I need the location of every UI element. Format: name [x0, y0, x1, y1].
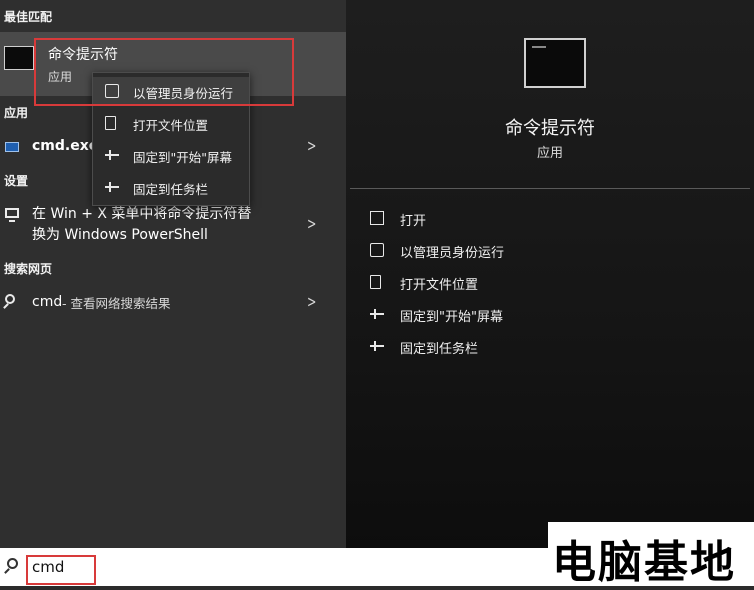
- best-match-subtitle: 应用: [48, 70, 73, 84]
- ctx-item-label: 固定到任务栏: [133, 182, 209, 197]
- ctx-pin-to-start[interactable]: 固定到"开始"屏幕: [93, 141, 249, 169]
- settings-result[interactable]: 在 Win + X 菜单中将命令提示符替 换为 Windows PowerShe…: [0, 204, 346, 246]
- search-icon: [7, 558, 18, 569]
- search-icon: [5, 294, 15, 304]
- file-icon: [370, 275, 381, 289]
- ctx-item-label: 以管理员身份运行: [133, 86, 234, 101]
- watermark-logo: 电脑基地: [552, 537, 736, 588]
- action-label: 打开: [400, 214, 427, 229]
- open-icon: [370, 211, 384, 225]
- search-input[interactable]: [32, 558, 92, 576]
- pin-icon: [370, 339, 384, 353]
- monitor-icon: [5, 208, 19, 222]
- details-pane: 命令提示符 应用 打开 以管理员身份运行 打开文件位置 固定到"开始"屏幕 固定…: [346, 0, 754, 548]
- action-label: 固定到任务栏: [400, 342, 479, 357]
- web-search-result[interactable]: cmd - 查看网络搜索结果 >: [0, 292, 346, 314]
- action-label: 打开文件位置: [400, 278, 479, 293]
- action-pin-to-taskbar[interactable]: 固定到任务栏: [370, 336, 670, 358]
- chevron-right-icon[interactable]: >: [307, 136, 316, 155]
- action-pin-to-start[interactable]: 固定到"开始"屏幕: [370, 304, 670, 326]
- shield-icon: [370, 243, 384, 257]
- cmd-app-icon: [5, 142, 19, 152]
- web-search-suffix: - 查看网络搜索结果: [62, 296, 171, 311]
- ctx-pin-to-taskbar[interactable]: 固定到任务栏: [93, 173, 249, 201]
- ctx-item-label: 固定到"开始"屏幕: [133, 150, 232, 165]
- pin-icon: [370, 307, 384, 321]
- ctx-run-as-admin[interactable]: 以管理员身份运行: [93, 77, 249, 105]
- chevron-right-icon[interactable]: >: [307, 214, 316, 233]
- details-subtitle: 应用: [536, 146, 563, 161]
- web-search-header: 搜索网页: [4, 262, 53, 276]
- web-search-query: cmd: [32, 294, 63, 310]
- apps-header: 应用: [4, 106, 29, 120]
- cmd-thumbnail-icon: [4, 46, 34, 70]
- action-open[interactable]: 打开: [370, 208, 670, 230]
- cmd-large-icon: [524, 38, 586, 88]
- action-run-as-admin[interactable]: 以管理员身份运行: [370, 240, 670, 262]
- ctx-open-file-location[interactable]: 打开文件位置: [93, 109, 249, 137]
- settings-result-line1: 在 Win + X 菜单中将命令提示符替: [32, 206, 252, 222]
- start-menu-search: 最佳匹配 命令提示符 应用 应用 cmd.exe > 设置 在 Win + X …: [0, 0, 754, 588]
- chevron-right-icon[interactable]: >: [307, 292, 316, 311]
- best-match-title: 命令提示符: [48, 47, 118, 63]
- action-label: 固定到"开始"屏幕: [400, 310, 503, 325]
- settings-result-line2: 换为 Windows PowerShell: [32, 227, 208, 243]
- action-open-file-location[interactable]: 打开文件位置: [370, 272, 670, 294]
- pin-icon: [105, 180, 119, 194]
- divider: [350, 188, 750, 189]
- details-title: 命令提示符: [505, 118, 595, 139]
- shield-icon: [105, 84, 119, 98]
- app-result-label: cmd.exe: [32, 138, 99, 154]
- action-label: 以管理员身份运行: [400, 246, 505, 261]
- file-icon: [105, 116, 116, 130]
- settings-header: 设置: [4, 174, 29, 188]
- best-match-header: 最佳匹配: [4, 10, 53, 24]
- pin-icon: [105, 148, 119, 162]
- context-menu: 以管理员身份运行 打开文件位置 固定到"开始"屏幕 固定到任务栏: [92, 72, 250, 206]
- ctx-item-label: 打开文件位置: [133, 118, 209, 133]
